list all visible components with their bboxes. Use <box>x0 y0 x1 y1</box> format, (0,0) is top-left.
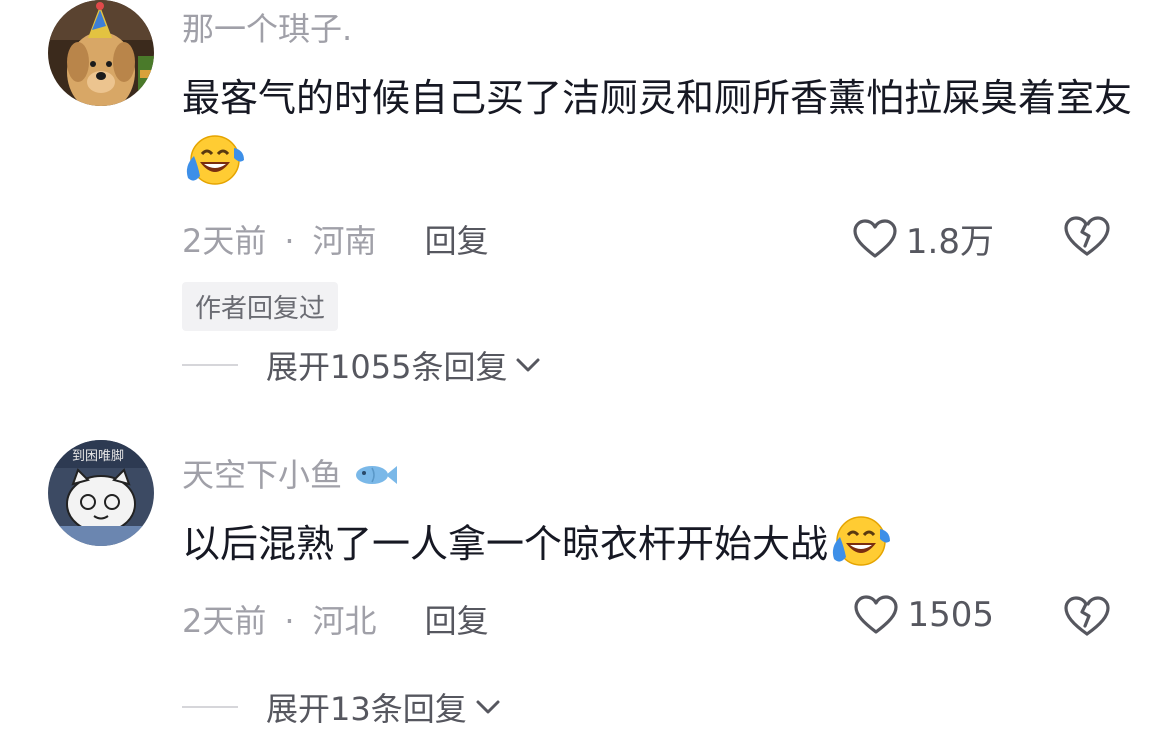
fish-icon <box>356 466 398 484</box>
broken-heart-icon <box>1064 596 1110 636</box>
expand-replies-button[interactable]: 展开1055条回复 <box>182 342 541 388</box>
laughing-crying-emoji-icon <box>182 132 244 186</box>
expand-replies-button[interactable]: 展开13条回复 <box>182 684 501 730</box>
avatar[interactable]: 到困唯脚 <box>48 440 154 546</box>
author-replied-tag: 作者回复过 <box>182 282 339 331</box>
divider-line <box>182 364 238 366</box>
like-button[interactable]: 1505 <box>853 594 994 636</box>
laughing-crying-emoji-icon <box>828 513 891 567</box>
like-count: 1505 <box>907 595 994 635</box>
expand-replies-label: 展开1055条回复 <box>266 348 508 386</box>
reply-button[interactable]: 回复 <box>425 602 489 640</box>
comment-body: 以后混熟了一人拿一个晾衣杆开始大战 <box>182 522 829 566</box>
comment-meta: 2天前 · 河北 回复 <box>182 596 489 642</box>
meta-separator: · <box>284 222 295 260</box>
comment-time: 2天前 <box>182 222 267 260</box>
divider-line <box>182 706 238 708</box>
like-count: 1.8万 <box>905 222 994 262</box>
dislike-button[interactable] <box>1062 214 1112 262</box>
comment-location: 河北 <box>312 602 377 640</box>
comment-text: 以后混熟了一人拿一个晾衣杆开始大战 <box>182 512 1142 577</box>
comment-time: 2天前 <box>182 602 267 640</box>
username[interactable]: 那一个琪子. <box>182 4 352 50</box>
username-text: 天空下小鱼 <box>182 456 343 494</box>
comment-body: 最客气的时候自己买了洁厕灵和厕所香薰怕拉屎臭着室友 <box>182 76 1133 120</box>
meta-separator: · <box>284 602 295 640</box>
avatar-text: 到困唯脚 <box>72 448 124 464</box>
like-button[interactable]: 1.8万 <box>852 214 994 263</box>
chevron-down-icon <box>476 700 500 714</box>
username[interactable]: 天空下小鱼 <box>182 450 398 496</box>
chevron-down-icon <box>516 358 540 372</box>
reply-button[interactable]: 回复 <box>425 222 489 260</box>
broken-heart-icon <box>1064 216 1110 256</box>
comment-meta: 2天前 · 河南 回复 <box>182 216 489 262</box>
comment-text: 最客气的时候自己买了洁厕灵和厕所香薰怕拉屎臭着室友 <box>182 66 1142 196</box>
dislike-button[interactable] <box>1062 594 1112 642</box>
avatar[interactable] <box>48 0 154 106</box>
comment-location: 河南 <box>312 222 377 260</box>
heart-icon <box>853 218 897 258</box>
heart-icon <box>854 595 899 634</box>
expand-replies-label: 展开13条回复 <box>266 690 467 728</box>
